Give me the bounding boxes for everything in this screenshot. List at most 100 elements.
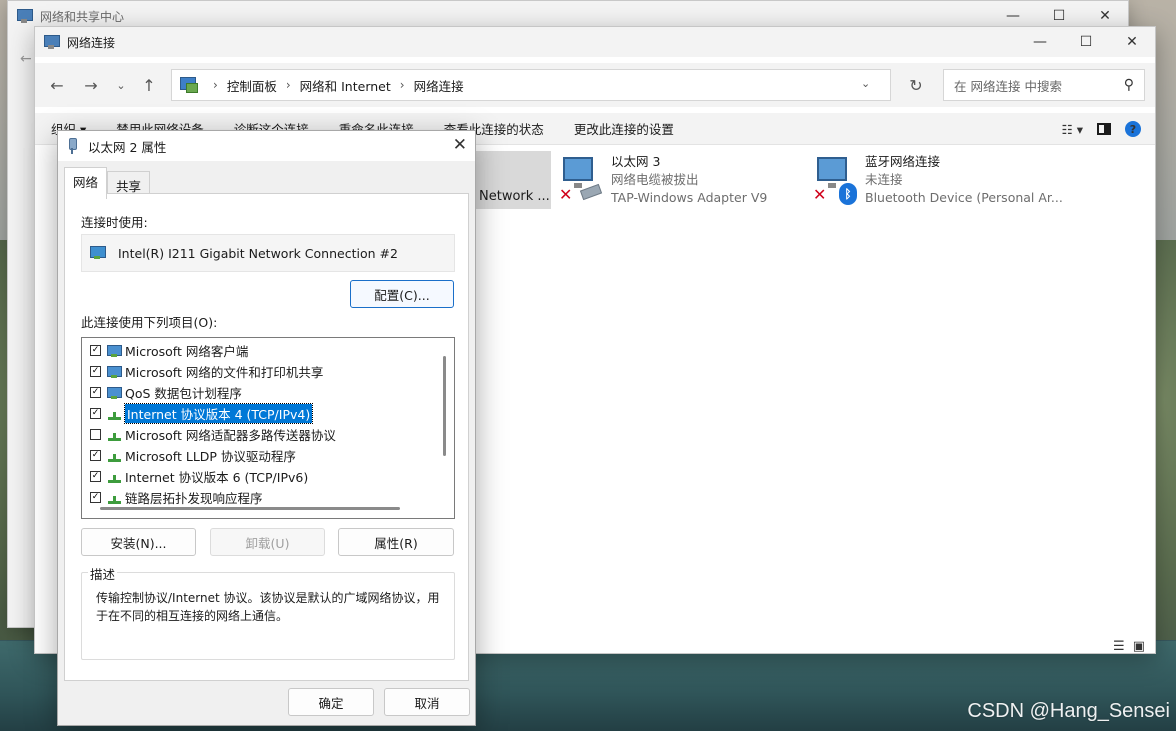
- checkbox-checked[interactable]: ✓: [90, 408, 101, 419]
- large-icons-view-icon[interactable]: ▣: [1133, 639, 1145, 654]
- protocol-icon: [107, 470, 123, 484]
- items-label: 此连接使用下列项目(O):: [81, 315, 218, 330]
- list-item-label: Microsoft LLDP 协议驱动程序: [125, 449, 296, 464]
- recent-locations-chevron-icon[interactable]: ⌄: [107, 71, 135, 99]
- control-panel-icon: [180, 77, 198, 93]
- monitor-icon: [563, 157, 593, 188]
- back-window-title: 网络和共享中心: [40, 9, 125, 24]
- list-item[interactable]: Microsoft 网络适配器多路传送器协议: [82, 424, 454, 445]
- horizontal-scrollbar[interactable]: [100, 507, 400, 510]
- connect-using-label: 连接时使用:: [81, 215, 148, 230]
- monitor-icon: [817, 157, 847, 188]
- connection-status: 网络电缆被拔出: [611, 172, 699, 187]
- ethernet-properties-dialog: 以太网 2 属性 ✕ 网络 共享 连接时使用: Intel(R) I211 Gi…: [57, 130, 476, 726]
- back-arrow-icon[interactable]: ←: [20, 51, 32, 67]
- configure-button[interactable]: 配置(C)...: [350, 280, 454, 308]
- networking-tab-panel: 连接时使用: Intel(R) I211 Gigabit Network Con…: [64, 193, 469, 681]
- cable-unplugged-icon: [579, 183, 603, 201]
- vertical-scrollbar[interactable]: [443, 356, 446, 456]
- network-connections-icon: [43, 34, 60, 50]
- qos-icon: [107, 386, 123, 400]
- tab-networking[interactable]: 网络: [64, 167, 108, 199]
- forward-arrow-icon[interactable]: →: [77, 71, 105, 99]
- checkbox-checked[interactable]: ✓: [90, 471, 101, 482]
- list-item[interactable]: ✓ Microsoft 网络的文件和打印机共享: [82, 361, 454, 382]
- main-window-titlebar[interactable]: 网络连接: [35, 27, 1155, 57]
- list-item[interactable]: ✓ Microsoft LLDP 协议驱动程序: [82, 445, 454, 466]
- bluetooth-icon: ᛒ: [839, 183, 857, 205]
- preview-pane-icon[interactable]: [1097, 123, 1111, 135]
- checkbox-checked[interactable]: ✓: [90, 492, 101, 503]
- checkbox-checked[interactable]: ✓: [90, 366, 101, 377]
- connection-device: TAP-Windows Adapter V9: [611, 190, 768, 205]
- search-box[interactable]: 在 网络连接 中搜索 ⚲: [943, 69, 1145, 101]
- selected-connection-item[interactable]: Network ...: [465, 151, 551, 209]
- address-bar[interactable]: › 控制面板 › 网络和 Internet › 网络连接: [171, 69, 891, 101]
- list-item[interactable]: ✓ QoS 数据包计划程序: [82, 382, 454, 403]
- watermark: CSDN @Hang_Sensei: [967, 700, 1170, 722]
- disconnected-x-icon: ✕: [559, 185, 573, 204]
- back-arrow-icon[interactable]: ←: [43, 71, 71, 99]
- adapter-field: Intel(R) I211 Gigabit Network Connection…: [81, 234, 455, 272]
- uninstall-button: 卸载(U): [210, 528, 325, 556]
- connection-status: 未连接: [865, 172, 903, 187]
- details-view-icon[interactable]: ☰: [1113, 639, 1125, 654]
- refresh-icon[interactable]: ↻: [901, 71, 931, 99]
- view-options-icon[interactable]: ☷ ▾: [1062, 122, 1083, 137]
- search-icon[interactable]: ⚲: [1124, 77, 1134, 93]
- list-item-label: Microsoft 网络客户端: [125, 344, 249, 359]
- ok-button[interactable]: 确定: [288, 688, 374, 716]
- properties-button[interactable]: 属性(R): [338, 528, 454, 556]
- dialog-titlebar[interactable]: 以太网 2 属性 ✕: [58, 131, 475, 161]
- list-item[interactable]: ✓ Microsoft 网络客户端: [82, 340, 454, 361]
- adapter-name: Intel(R) I211 Gigabit Network Connection…: [118, 245, 398, 261]
- protocol-icon: [107, 407, 123, 421]
- file-share-icon: [107, 365, 123, 379]
- breadcrumb-separator-icon[interactable]: ›: [213, 78, 218, 92]
- minimize-icon[interactable]: —: [1017, 27, 1063, 57]
- checkbox-checked[interactable]: ✓: [90, 345, 101, 356]
- components-list[interactable]: ✓ Microsoft 网络客户端 ✓ Microsoft 网络的文件和打印机共…: [81, 337, 455, 519]
- ethernet-adapter-icon: ✕: [559, 157, 607, 204]
- checkbox-checked[interactable]: ✓: [90, 450, 101, 461]
- maximize-icon[interactable]: ☐: [1063, 27, 1109, 57]
- breadcrumb-control-panel[interactable]: 控制面板: [227, 76, 277, 95]
- connection-bluetooth[interactable]: ᛒ ✕ 蓝牙网络连接 未连接 Bluetooth Device (Persona…: [813, 153, 1063, 209]
- list-item[interactable]: ✓ 链路层拓扑发现响应程序: [82, 487, 454, 508]
- ethernet-cable-icon: [66, 138, 78, 154]
- list-item-label: Internet 协议版本 6 (TCP/IPv6): [125, 470, 309, 485]
- view-controls: ☷ ▾ ?: [1062, 113, 1155, 145]
- cancel-button[interactable]: 取消: [384, 688, 470, 716]
- disconnected-x-icon: ✕: [813, 185, 827, 204]
- selected-connection-device: Network ...: [479, 189, 550, 204]
- main-window-controls: — ☐ ✕: [1017, 27, 1155, 57]
- dialog-title: 以太网 2 属性: [88, 139, 167, 155]
- help-icon[interactable]: ?: [1125, 121, 1141, 137]
- connection-name: 以太网 3: [611, 154, 661, 169]
- checkbox-checked[interactable]: ✓: [90, 387, 101, 398]
- protocol-icon: [107, 449, 123, 463]
- list-item-selected[interactable]: ✓ Internet 协议版本 4 (TCP/IPv4): [82, 403, 454, 424]
- protocol-icon: [107, 428, 123, 442]
- list-item[interactable]: ✓ Internet 协议版本 6 (TCP/IPv6): [82, 466, 454, 487]
- list-item-label: QoS 数据包计划程序: [125, 386, 242, 401]
- connection-ethernet-3[interactable]: ✕ 以太网 3 网络电缆被拔出 TAP-Windows Adapter V9: [559, 153, 799, 209]
- breadcrumb-network-internet[interactable]: 网络和 Internet: [300, 76, 391, 95]
- connection-name: 蓝牙网络连接: [865, 154, 941, 169]
- breadcrumb-network-connections[interactable]: 网络连接: [414, 76, 464, 95]
- breadcrumb-separator-icon[interactable]: ›: [286, 78, 291, 92]
- close-icon[interactable]: ✕: [453, 135, 467, 155]
- bluetooth-adapter-icon: ᛒ ✕: [813, 157, 861, 205]
- description-group: 描述 传输控制协议/Internet 协议。该协议是默认的广域网络协议，用于在不…: [81, 564, 455, 660]
- install-button[interactable]: 安装(N)...: [81, 528, 196, 556]
- list-item-label: Microsoft 网络的文件和打印机共享: [125, 365, 324, 380]
- close-icon[interactable]: ✕: [1109, 27, 1155, 57]
- change-settings-command[interactable]: 更改此连接的设置: [574, 119, 674, 138]
- address-dropdown-icon[interactable]: ⌄: [861, 77, 870, 90]
- list-item-label: Internet 协议版本 4 (TCP/IPv4): [123, 403, 314, 424]
- breadcrumb-separator-icon[interactable]: ›: [400, 78, 405, 92]
- network-icon: [16, 8, 33, 24]
- checkbox-unchecked[interactable]: [90, 429, 101, 440]
- main-window-title: 网络连接: [67, 35, 116, 50]
- up-arrow-icon[interactable]: ↑: [135, 71, 163, 99]
